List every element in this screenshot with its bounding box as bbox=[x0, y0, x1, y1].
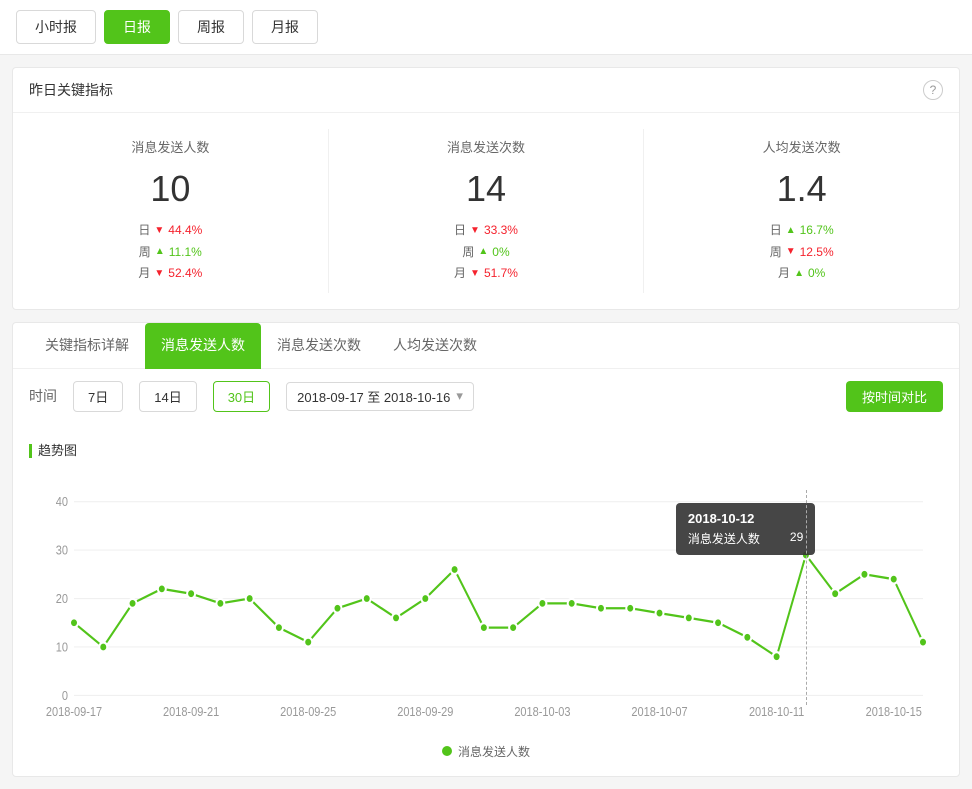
line-chart: 0102030402018-09-172018-09-212018-09-252… bbox=[29, 475, 943, 735]
legend-dot bbox=[442, 746, 452, 756]
svg-text:30: 30 bbox=[56, 544, 69, 558]
metric-avg-stats: 日▲16.7% 周▼12.5% 月▲0% bbox=[660, 220, 943, 285]
yesterday-section: 昨日关键指标 ? 消息发送人数 10 日▼44.4% 周▲11.1% 月▼52.… bbox=[12, 67, 960, 310]
tab-sends[interactable]: 消息发送次数 bbox=[261, 323, 377, 369]
date-range-picker[interactable]: 2018-09-17 至 2018-10-16 ▾ bbox=[286, 382, 474, 411]
calendar-icon: ▾ bbox=[456, 388, 463, 404]
period-30[interactable]: 30日 bbox=[213, 381, 270, 412]
metric-senders-value: 10 bbox=[29, 168, 312, 210]
filter-time-label: 时间 bbox=[29, 386, 57, 406]
top-tab-bar: 小时报 日报 周报 月报 bbox=[0, 0, 972, 55]
filter-bar: 时间 7日 14日 30日 2018-09-17 至 2018-10-16 ▾ … bbox=[13, 369, 959, 424]
period-14[interactable]: 14日 bbox=[139, 381, 196, 412]
tab-hourly[interactable]: 小时报 bbox=[16, 10, 96, 44]
metric-sends-value: 14 bbox=[345, 168, 628, 210]
tab-weekly[interactable]: 周报 bbox=[178, 10, 244, 44]
date-range-text: 2018-09-17 至 2018-10-16 bbox=[297, 387, 450, 406]
tab-key-metrics[interactable]: 关键指标详解 bbox=[29, 323, 145, 369]
metric-senders-stats: 日▼44.4% 周▲11.1% 月▼52.4% bbox=[29, 220, 312, 285]
tab-daily[interactable]: 日报 bbox=[104, 10, 170, 44]
yesterday-header: 昨日关键指标 ? bbox=[13, 68, 959, 113]
svg-text:2018-09-21: 2018-09-21 bbox=[163, 705, 219, 719]
help-icon[interactable]: ? bbox=[923, 80, 943, 100]
svg-text:0: 0 bbox=[62, 689, 69, 703]
tab-monthly[interactable]: 月报 bbox=[252, 10, 318, 44]
legend-label: 消息发送人数 bbox=[458, 743, 530, 760]
svg-text:2018-09-29: 2018-09-29 bbox=[397, 705, 453, 719]
detail-tabs: 关键指标详解 消息发送人数 消息发送次数 人均发送次数 bbox=[13, 323, 959, 369]
tab-senders[interactable]: 消息发送人数 bbox=[145, 323, 261, 369]
svg-text:20: 20 bbox=[56, 592, 69, 606]
metric-sends-stats: 日▼33.3% 周▲0% 月▼51.7% bbox=[345, 220, 628, 285]
metric-senders-label: 消息发送人数 bbox=[29, 137, 312, 156]
svg-text:2018-10-03: 2018-10-03 bbox=[514, 705, 570, 719]
detail-section: 关键指标详解 消息发送人数 消息发送次数 人均发送次数 时间 7日 14日 30… bbox=[12, 322, 960, 777]
chart-title: 趋势图 bbox=[29, 440, 943, 459]
svg-text:10: 10 bbox=[56, 641, 69, 655]
tab-avg-sends[interactable]: 人均发送次数 bbox=[377, 323, 493, 369]
svg-text:2018-10-07: 2018-10-07 bbox=[631, 705, 687, 719]
metrics-grid: 消息发送人数 10 日▼44.4% 周▲11.1% 月▼52.4% 消息发送次数… bbox=[13, 113, 959, 309]
metric-avg-value: 1.4 bbox=[660, 168, 943, 210]
svg-text:40: 40 bbox=[56, 495, 69, 509]
svg-text:2018-10-15: 2018-10-15 bbox=[866, 705, 923, 719]
chart-container: 2018-10-12 消息发送人数 29 0102030402018-09-17… bbox=[29, 475, 943, 735]
metric-sends-label: 消息发送次数 bbox=[345, 137, 628, 156]
yesterday-title: 昨日关键指标 bbox=[29, 80, 113, 100]
chart-section: 趋势图 2018-10-12 消息发送人数 29 0102030402018-0… bbox=[13, 424, 959, 776]
metric-senders: 消息发送人数 10 日▼44.4% 周▲11.1% 月▼52.4% bbox=[13, 129, 329, 293]
period-7[interactable]: 7日 bbox=[73, 381, 123, 412]
legend-senders: 消息发送人数 bbox=[442, 743, 530, 760]
svg-text:2018-10-11: 2018-10-11 bbox=[749, 705, 804, 719]
metric-sends: 消息发送次数 14 日▼33.3% 周▲0% 月▼51.7% bbox=[329, 129, 645, 293]
svg-text:2018-09-17: 2018-09-17 bbox=[46, 705, 102, 719]
svg-text:2018-09-25: 2018-09-25 bbox=[280, 705, 337, 719]
metric-avg: 人均发送次数 1.4 日▲16.7% 周▼12.5% 月▲0% bbox=[644, 129, 959, 293]
chart-legend: 消息发送人数 bbox=[29, 743, 943, 760]
compare-button[interactable]: 按时间对比 bbox=[846, 381, 943, 412]
metric-avg-label: 人均发送次数 bbox=[660, 137, 943, 156]
